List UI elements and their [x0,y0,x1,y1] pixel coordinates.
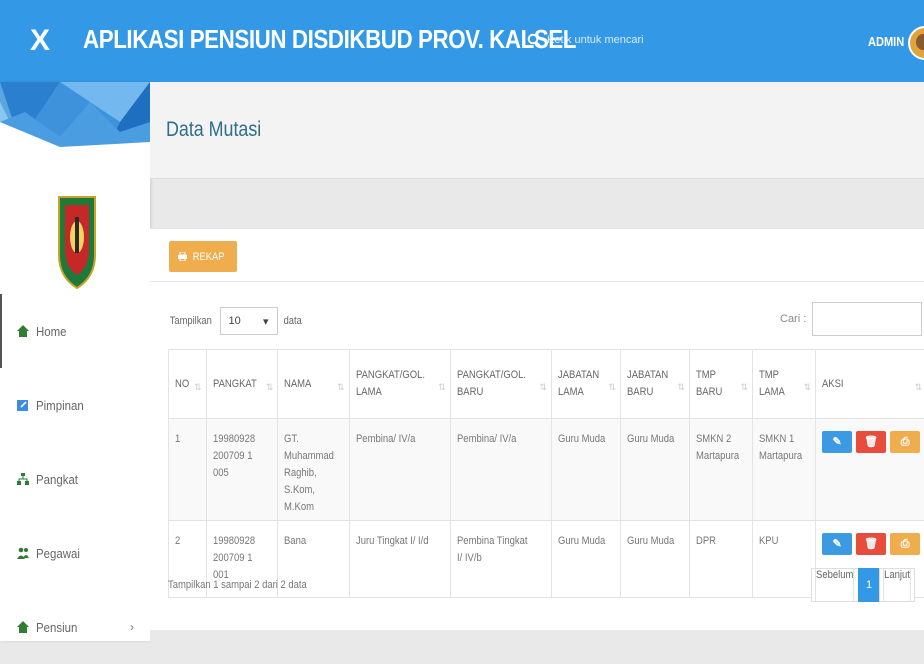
cell-tmp-baru: DPR [689,521,752,598]
pagination-prev-button[interactable]: Sebelum [811,568,859,602]
col-jab-lama[interactable]: JABATAN LAMA⇅ [552,350,621,419]
cell-jab-baru: Guru Muda [620,419,689,521]
col-nama[interactable]: NAMA⇅ [278,350,349,419]
sort-icon: ⇅ [266,379,274,396]
table-row: 1 19980928200709 1 005 GT. Muhammad Ragh… [169,419,924,521]
length-suffix: data [283,315,301,327]
search-input[interactable] [545,33,689,47]
cell-tmp-lama: SMKN 1Martapura [753,419,816,521]
users-icon [16,546,30,560]
sidebar-item-label: Pimpinan [36,398,84,413]
cell-nama: GT. Muhammad Raghib,S.Kom, M.Kom [278,419,349,521]
cell-pangkat: 19980928200709 1 005 [206,419,278,521]
col-tmp-lama[interactable]: TMP LAMA⇅ [753,350,816,419]
avatar[interactable] [908,26,924,60]
page-length-value: 10 [229,315,241,327]
cell-gol-lama: Pembina/ IV/a [349,419,450,521]
sidebar: Home Pimpinan Pangkat Pegawai Pensiun [0,82,150,641]
sort-icon: ⇅ [915,379,923,396]
page-length-control: Tampilkan 10 ▾ data [166,307,303,335]
sidebar-item-pensiun[interactable]: Pensiun › [0,590,150,664]
sitemap-icon [16,472,30,486]
cell-gol-lama: Juru Tingkat I/ I/d [349,521,450,598]
sort-icon: ⇅ [194,379,202,396]
search-icon[interactable] [527,33,541,47]
pagination: Sebelum 1 Lanjut [812,568,915,602]
print-button[interactable]: ⎙ [890,533,920,555]
sidebar-item-label: Pensiun [36,620,77,635]
cell-jab-baru: Guru Muda [620,521,689,598]
cell-jab-lama: Guru Muda [552,419,621,521]
print-icon [178,252,187,261]
sidebar-item-home[interactable]: Home [0,294,150,368]
edit-button[interactable]: ✎ [822,533,852,555]
edit-button[interactable]: ✎ [822,431,852,453]
edit-icon [16,398,30,412]
cell-tmp-baru: SMKN 2Martapura [689,419,752,521]
home-icon [16,620,30,634]
rekap-button[interactable]: REKAP [169,241,237,272]
sort-icon: ⇅ [438,379,446,396]
chevron-right-icon: › [130,620,134,634]
province-emblem-logo [57,195,97,290]
sort-icon: ⇅ [337,379,345,396]
footer-strip [150,630,924,641]
col-gol-lama[interactable]: PANGKAT/GOL. LAMA⇅ [349,350,450,419]
page-length-select[interactable]: 10 ▾ [220,307,278,335]
close-sidebar-button[interactable]: X [0,0,80,82]
app-title: APLIKASI PENSIUN DISDIKBUD PROV. KALSEL [83,24,576,55]
home-icon [16,324,30,338]
cell-aksi: ✎ 🗑 ⎙ [816,419,924,521]
chevron-down-icon: ▾ [263,315,269,328]
sidebar-banner-image [0,82,150,180]
pagination-next-button[interactable]: Lanjut [879,568,915,602]
table-header-row: NO⇅ PANGKAT⇅ NAMA⇅ PANGKAT/GOL. LAMA⇅ PA… [169,350,924,419]
sidebar-item-label: Pangkat [36,472,78,487]
col-jab-baru[interactable]: JABATAN BARU⇅ [620,350,689,419]
sidebar-item-label: Pegawai [36,546,80,561]
table-info: Tampilkan 1 sampai 2 dari 2 data [168,579,329,591]
sidebar-item-label: Home [36,324,67,339]
cell-no: 1 [169,419,207,521]
sidebar-item-pangkat[interactable]: Pangkat [0,442,150,516]
user-name[interactable]: ADMIN [868,34,904,49]
top-navbar: X APLIKASI PENSIUN DISDIKBUD PROV. KALSE… [0,0,924,82]
sort-icon: ⇅ [804,379,812,396]
rekap-label: REKAP [193,251,225,263]
sidebar-item-pegawai[interactable]: Pegawai [0,516,150,590]
col-gol-baru[interactable]: PANGKAT/GOL. BARU⇅ [450,350,551,419]
pagination-page-1[interactable]: 1 [858,568,880,602]
cell-jab-lama: Guru Muda [552,521,621,598]
filter-label: Cari : [780,313,806,325]
cell-gol-baru: Pembina/ IV/a [450,419,551,521]
length-prefix: Tampilkan [170,315,212,327]
delete-button[interactable]: 🗑 [856,431,886,453]
table-filter: Cari : [780,302,922,336]
sort-icon: ⇅ [677,379,685,396]
sidebar-item-pimpinan[interactable]: Pimpinan [0,368,150,442]
search-bar [527,33,689,47]
page-title: Data Mutasi [166,118,261,142]
filter-input[interactable] [812,302,922,336]
col-no[interactable]: NO⇅ [169,350,207,419]
card-header: REKAP [150,229,924,282]
sort-icon: ⇅ [540,379,548,396]
print-button[interactable]: ⎙ [890,431,920,453]
col-pangkat[interactable]: PANGKAT⇅ [206,350,278,419]
cell-gol-baru: Pembina Tingkat I/ IV/b [450,521,551,598]
content-header: Data Mutasi [150,82,924,179]
mutasi-table: NO⇅ PANGKAT⇅ NAMA⇅ PANGKAT/GOL. LAMA⇅ PA… [168,349,924,598]
sort-icon: ⇅ [740,379,748,396]
col-aksi[interactable]: AKSI⇅ [816,350,924,419]
col-tmp-baru[interactable]: TMP BARU⇅ [689,350,752,419]
data-card: REKAP Tampilkan 10 ▾ data Cari : NO⇅ PAN… [150,228,924,631]
sort-icon: ⇅ [608,379,616,396]
delete-button[interactable]: 🗑 [856,533,886,555]
cell-tmp-lama: KPU [753,521,816,598]
sidebar-nav: Home Pimpinan Pangkat Pegawai Pensiun [0,294,150,664]
